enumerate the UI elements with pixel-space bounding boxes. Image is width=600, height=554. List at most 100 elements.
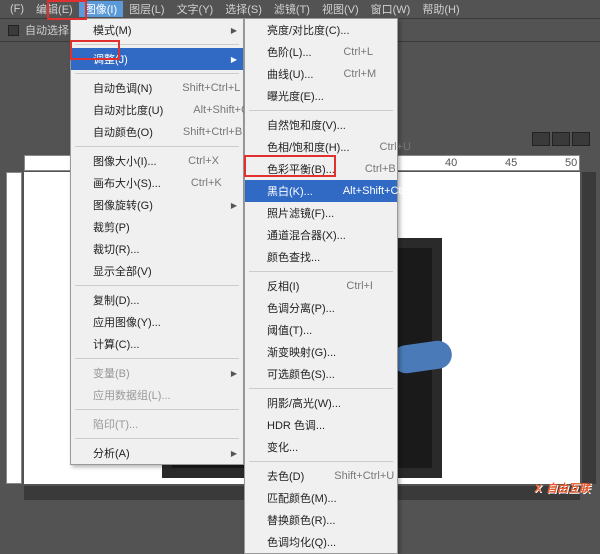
menu-item-label: 变量(B) — [93, 365, 130, 381]
menu1-item-8[interactable]: 图像大小(I)...Ctrl+X — [71, 150, 243, 172]
menu2-item-24[interactable]: 匹配颜色(M)... — [245, 487, 397, 509]
menu-8[interactable]: 窗口(W) — [365, 1, 417, 17]
menu1-item-4[interactable]: 自动色调(N) Shift+Ctrl+L — [71, 77, 243, 99]
menu1-item-0[interactable]: 模式(M) — [71, 19, 243, 41]
menu-item-shortcut: Ctrl+L — [343, 46, 373, 58]
menu2-item-0[interactable]: 亮度/对比度(C)... — [245, 19, 397, 41]
menu-item-label: 应用数据组(L)... — [93, 387, 171, 403]
menu2-item-11[interactable]: 颜色查找... — [245, 246, 397, 268]
menu-item-shortcut: Ctrl+M — [343, 68, 376, 80]
minimize-button[interactable] — [532, 132, 550, 146]
menu2-item-15[interactable]: 阈值(T)... — [245, 319, 397, 341]
autoselect-label: 自动选择: — [25, 22, 72, 38]
menu1-item-13[interactable]: 显示全部(V) — [71, 260, 243, 282]
menu1-item-24[interactable]: 分析(A) — [71, 442, 243, 464]
scrollbar-vertical[interactable] — [582, 172, 596, 484]
menu-item-label: 阈值(T)... — [267, 322, 312, 338]
menu2-item-5[interactable]: 自然饱和度(V)... — [245, 114, 397, 136]
menu-item-label: 模式(M) — [93, 22, 132, 38]
menu2-item-21[interactable]: 变化... — [245, 436, 397, 458]
menu-item-label: 色调分离(P)... — [267, 300, 335, 316]
menu-item-label: 反相(I) — [267, 278, 299, 294]
watermark: X 自由互联 — [534, 479, 590, 496]
menu-item-label: 裁切(R)... — [93, 241, 139, 257]
menu2-item-6[interactable]: 色相/饱和度(H)...Ctrl+U — [245, 136, 397, 158]
menu-item-label: 色调均化(Q)... — [267, 534, 336, 550]
menu-item-label: HDR 色调... — [267, 417, 325, 433]
menu1-item-2[interactable]: 调整(J) — [71, 48, 243, 70]
menu-item-label: 色彩平衡(B)... — [267, 161, 335, 177]
menu-item-shortcut: Ctrl+B — [365, 163, 396, 175]
menu-0[interactable]: (F) — [4, 3, 30, 15]
menu2-item-19[interactable]: 阴影/高光(W)... — [245, 392, 397, 414]
menu-item-label: 阴影/高光(W)... — [267, 395, 341, 411]
menu-item-shortcut: Ctrl+I — [346, 280, 373, 292]
menu-item-label: 颜色查找... — [267, 249, 320, 265]
menu-item-shortcut: Ctrl+U — [380, 141, 411, 153]
menu2-item-23[interactable]: 去色(D) Shift+Ctrl+U — [245, 465, 397, 487]
menu1-item-22: 陷印(T)... — [71, 413, 243, 435]
menu-1[interactable]: 编辑(E) — [30, 1, 79, 17]
menu-item-label: 变化... — [267, 439, 298, 455]
menu2-item-26[interactable]: 色调均化(Q)... — [245, 531, 397, 553]
image-menu: 模式(M) 调整(J) 自动色调(N) Shift+Ctrl+L 自动对比度(U)Alt… — [70, 18, 244, 465]
menu2-item-8[interactable]: 黑白(K)...Alt+Shift+Ctrl+B — [245, 180, 397, 202]
menu-item-label: 去色(D) — [267, 468, 304, 484]
menu1-item-16[interactable]: 应用图像(Y)... — [71, 311, 243, 333]
menu2-item-20[interactable]: HDR 色调... — [245, 414, 397, 436]
menu1-item-12[interactable]: 裁切(R)... — [71, 238, 243, 260]
menu-item-label: 自动对比度(U) — [93, 102, 163, 118]
autoselect-checkbox[interactable] — [8, 25, 19, 36]
menu-item-label: 色相/饱和度(H)... — [267, 139, 350, 155]
menu2-item-13[interactable]: 反相(I) Ctrl+I — [245, 275, 397, 297]
maximize-button[interactable] — [552, 132, 570, 146]
menu-item-shortcut: Shift+Ctrl+U — [334, 470, 394, 482]
menu-item-label: 分析(A) — [93, 445, 130, 461]
menu2-item-10[interactable]: 通道混合器(X)... — [245, 224, 397, 246]
menu-item-label: 图像大小(I)... — [93, 153, 157, 169]
menu-item-shortcut: Shift+Ctrl+L — [182, 82, 240, 94]
menu-item-label: 调整(J) — [93, 51, 128, 67]
menu-6[interactable]: 滤镜(T) — [268, 1, 316, 17]
ruler-vertical — [6, 172, 22, 484]
menu-item-label: 黑白(K)... — [267, 183, 313, 199]
menu-item-label: 曝光度(E)... — [267, 88, 324, 104]
menu1-item-19: 变量(B) — [71, 362, 243, 384]
menu2-item-25[interactable]: 替换颜色(R)... — [245, 509, 397, 531]
menu2-item-2[interactable]: 曲线(U)...Ctrl+M — [245, 63, 397, 85]
menu-2[interactable]: 图像(I) — [79, 1, 123, 17]
menu-7[interactable]: 视图(V) — [316, 1, 365, 17]
menu2-item-3[interactable]: 曝光度(E)... — [245, 85, 397, 107]
menu2-item-17[interactable]: 可选颜色(S)... — [245, 363, 397, 385]
menu-item-label: 通道混合器(X)... — [267, 227, 346, 243]
menu1-item-11[interactable]: 裁剪(P) — [71, 216, 243, 238]
menu1-item-17[interactable]: 计算(C)... — [71, 333, 243, 355]
menu2-item-14[interactable]: 色调分离(P)... — [245, 297, 397, 319]
menu-item-label: 显示全部(V) — [93, 263, 152, 279]
menu2-item-9[interactable]: 照片滤镜(F)... — [245, 202, 397, 224]
menu-item-label: 替换颜色(R)... — [267, 512, 335, 528]
menu-item-label: 照片滤镜(F)... — [267, 205, 334, 221]
menu-item-label: 画布大小(S)... — [93, 175, 161, 191]
menu-4[interactable]: 文字(Y) — [171, 1, 220, 17]
menu2-item-16[interactable]: 渐变映射(G)... — [245, 341, 397, 363]
menu1-item-6[interactable]: 自动颜色(O)Shift+Ctrl+B — [71, 121, 243, 143]
menu1-item-10[interactable]: 图像旋转(G) — [71, 194, 243, 216]
menu1-item-9[interactable]: 画布大小(S)...Ctrl+K — [71, 172, 243, 194]
menu1-item-20: 应用数据组(L)... — [71, 384, 243, 406]
menu-3[interactable]: 图层(L) — [123, 1, 170, 17]
menu-item-label: 裁剪(P) — [93, 219, 130, 235]
menu-item-label: 渐变映射(G)... — [267, 344, 336, 360]
menu-item-label: 自动色调(N) — [93, 80, 152, 96]
menu-item-label: 陷印(T)... — [93, 416, 138, 432]
window-controls — [532, 132, 590, 146]
menu-9[interactable]: 帮助(H) — [416, 1, 465, 17]
menu2-item-1[interactable]: 色阶(L)...Ctrl+L — [245, 41, 397, 63]
close-button[interactable] — [572, 132, 590, 146]
menu2-item-7[interactable]: 色彩平衡(B)... Ctrl+B — [245, 158, 397, 180]
menu-item-shortcut: Alt+Shift+Ctrl+B — [343, 185, 422, 197]
menu-item-label: 计算(C)... — [93, 336, 139, 352]
menu1-item-15[interactable]: 复制(D)... — [71, 289, 243, 311]
menu1-item-5[interactable]: 自动对比度(U)Alt+Shift+Ctrl+L — [71, 99, 243, 121]
menu-5[interactable]: 选择(S) — [219, 1, 268, 17]
